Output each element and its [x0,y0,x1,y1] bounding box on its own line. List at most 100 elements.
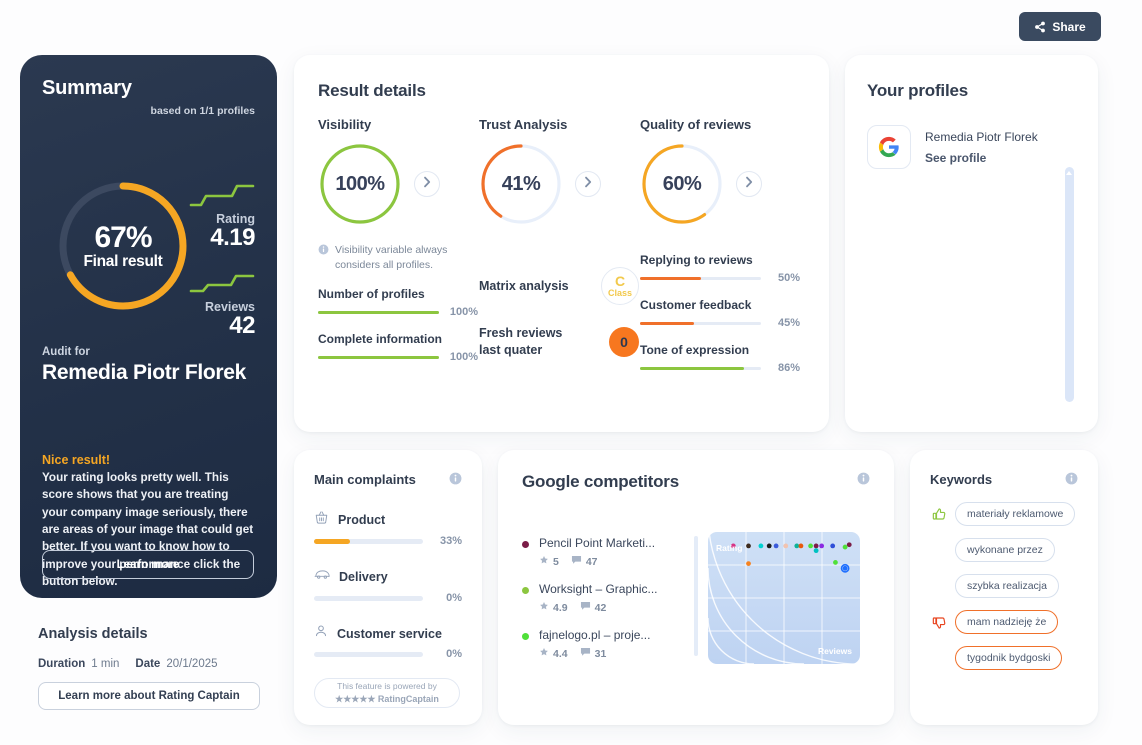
audit-for-label: Audit for [42,346,90,358]
metric-bar [318,310,439,314]
keywords-title: Keywords [930,472,993,487]
comment-icon [580,647,591,660]
metric-label: Customer feedback [640,298,752,312]
complaint-percent: 0% [446,592,462,604]
competitors-list: Pencil Point Marketi... 5 47 Worksight –… [522,536,702,674]
based-on-profiles: based on 1/1 profiles [150,105,255,117]
reviews-sparkline [189,274,255,293]
star-icon [539,601,549,614]
rating-value: 4.19 [210,224,255,251]
metric-label: Complete information [318,332,443,347]
rating-sparkline [189,184,255,207]
final-result-label: Final result [83,252,163,270]
keyword-row-negative-2: tygodnik bydgoski [930,646,1078,670]
gauge-quality-label: Quality of reviews [640,117,752,132]
complaint-product: Product 33% [314,510,462,547]
visibility-hint-text: Visibility variable always considers all… [335,244,448,272]
profiles-scrollbar[interactable] [1065,167,1074,402]
metric-tone-of-expression: Tone of expression 86% [640,343,800,374]
analysis-details: Analysis details Duration 1 min Date 20/… [38,626,278,710]
list-item[interactable]: Worksight – Graphic... 4.9 42 [522,582,702,614]
trust-details-button[interactable] [575,171,601,197]
share-button[interactable]: Share [1019,12,1101,41]
visibility-metrics: Visibility variable always considers all… [318,243,478,363]
trust-metrics: Matrix analysis C Class Fresh reviews la… [479,243,639,359]
complaint-percent: 0% [446,648,462,660]
main-complaints-title: Main complaints [314,472,416,487]
metric-complete-information: Complete information 100% [318,332,478,363]
competitors-scrollbar[interactable] [694,536,698,656]
complaint-bar [314,651,423,657]
info-icon[interactable] [449,472,462,490]
google-competitors-title: Google competitors [522,472,679,491]
metric-customer-feedback: Customer feedback 45% [640,298,800,329]
learn-more-button[interactable]: Learn more [42,550,254,579]
list-item[interactable]: Pencil Point Marketi... 5 47 [522,536,702,568]
keyword-chip[interactable]: wykonane przez [955,538,1055,562]
keyword-chip[interactable]: szybka realizacja [955,574,1059,598]
competitor-name: Worksight – Graphic... [539,582,658,596]
list-item[interactable]: fajnelogo.pl – proje... 4.4 31 [522,628,702,660]
complaint-label: Delivery [339,570,388,584]
learn-about-rating-captain-button[interactable]: Learn more about Rating Captain [38,682,260,710]
metric-bar [640,276,761,280]
competitor-color-dot [522,541,529,548]
info-icon[interactable] [1065,472,1078,490]
competitor-reviews: 47 [585,555,598,568]
competitor-name: fajnelogo.pl – proje... [539,628,651,642]
quality-details-button[interactable] [736,171,762,197]
comment-icon [580,601,591,614]
chevron-right-icon [584,175,592,193]
final-result-gauge: 67% Final result [56,179,190,313]
competitor-rating: 4.9 [553,601,568,614]
person-icon [314,624,328,643]
keyword-row-positive-3: szybka realizacja [930,574,1078,598]
competitor-reviews: 31 [594,647,607,660]
complaint-label: Customer service [337,626,442,641]
scroll-up-arrow-icon [1066,171,1072,175]
duration-label: Duration [38,658,86,670]
share-label: Share [1052,19,1086,34]
keyword-chip[interactable]: tygodnik bydgoski [955,646,1063,670]
competitors-scatter-chart: Rating Reviews [708,532,860,664]
metric-bar [318,355,439,359]
summary-title: Summary [42,77,132,99]
metric-percent: 86% [777,362,800,374]
competitor-rating: 5 [553,555,559,568]
keyword-chip[interactable]: mam nadzieję że [955,610,1059,634]
metric-bar [640,366,761,370]
thumbs-up-icon [930,507,948,522]
gauge-visibility: Visibility 100% [318,117,483,226]
powered-by-brand: RatingCaptain [377,693,439,704]
fresh-reviews-badge: 0 [609,326,639,357]
date-value: 20/1/2025 [166,658,218,670]
metric-label: Number of profiles [318,287,425,302]
gauge-quality-of-reviews: Quality of reviews 60% [640,117,805,226]
your-profiles-title: Your profiles [867,81,968,100]
gauge-trust-value: 41% [501,172,541,195]
rating-stat: Rating 4.19 [189,183,256,252]
scatter-ylabel: Rating [716,543,743,553]
keyword-chip[interactable]: materiały reklamowe [955,502,1076,526]
keyword-row-positive-1: materiały reklamowe [930,502,1078,526]
analysis-details-title: Analysis details [38,626,148,642]
google-icon [867,125,911,169]
metric-percent: 50% [777,272,800,284]
powered-by-badge[interactable]: This feature is powered by ★★★★★ RatingC… [314,678,460,708]
visibility-details-button[interactable] [414,171,440,197]
competitor-rating: 4.4 [553,647,568,660]
see-profile-link[interactable]: See profile [925,151,1038,165]
profile-list-item[interactable]: Remedia Piotr Florek See profile [867,125,1076,169]
competitor-color-dot [522,587,529,594]
metric-percent: 100% [449,351,478,364]
gauge-trust-label: Trust Analysis [479,117,568,132]
matrix-class-badge: C Class [601,267,639,305]
gauge-trust-ring: 41% [479,142,563,226]
metric-replying-to-reviews: Replying to reviews 50% [640,253,800,284]
chevron-right-icon [423,175,431,193]
visibility-hint: Visibility variable always considers all… [318,243,478,273]
result-message-title: Nice result! [42,453,111,467]
info-icon [318,244,329,273]
info-icon[interactable] [857,472,870,490]
complaint-bar [314,595,423,601]
